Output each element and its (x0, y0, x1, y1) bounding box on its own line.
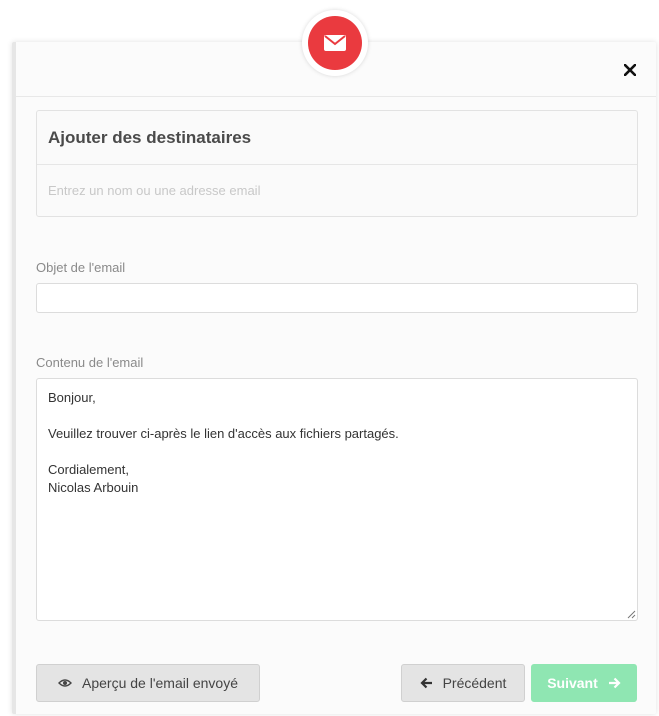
next-button[interactable]: Suivant (531, 664, 637, 702)
recipients-title: Ajouter des destinataires (37, 111, 637, 165)
share-email-modal: Ajouter des destinataires Objet de l'ema… (12, 42, 656, 714)
recipients-panel: Ajouter des destinataires (36, 110, 638, 217)
arrow-right-icon (608, 677, 621, 689)
previous-label: Précédent (442, 675, 507, 691)
previous-button[interactable]: Précédent (401, 664, 525, 702)
close-icon (624, 64, 636, 76)
recipients-input[interactable] (37, 165, 637, 215)
subject-input[interactable] (36, 283, 638, 313)
email-badge-circle (308, 16, 362, 70)
preview-email-button[interactable]: Aperçu de l'email envoyé (36, 664, 260, 702)
content-textarea[interactable]: Bonjour, Veuillez trouver ci-après le li… (36, 378, 638, 621)
envelope-icon (324, 35, 346, 51)
eye-icon (58, 678, 72, 688)
preview-email-label: Aperçu de l'email envoyé (82, 675, 238, 691)
next-label: Suivant (547, 675, 598, 691)
email-badge (302, 10, 368, 76)
close-button[interactable] (618, 58, 642, 82)
resize-grip-icon[interactable] (627, 610, 636, 619)
content-label: Contenu de l'email (36, 355, 144, 370)
subject-label: Objet de l'email (36, 260, 126, 275)
arrow-left-icon (420, 677, 433, 689)
